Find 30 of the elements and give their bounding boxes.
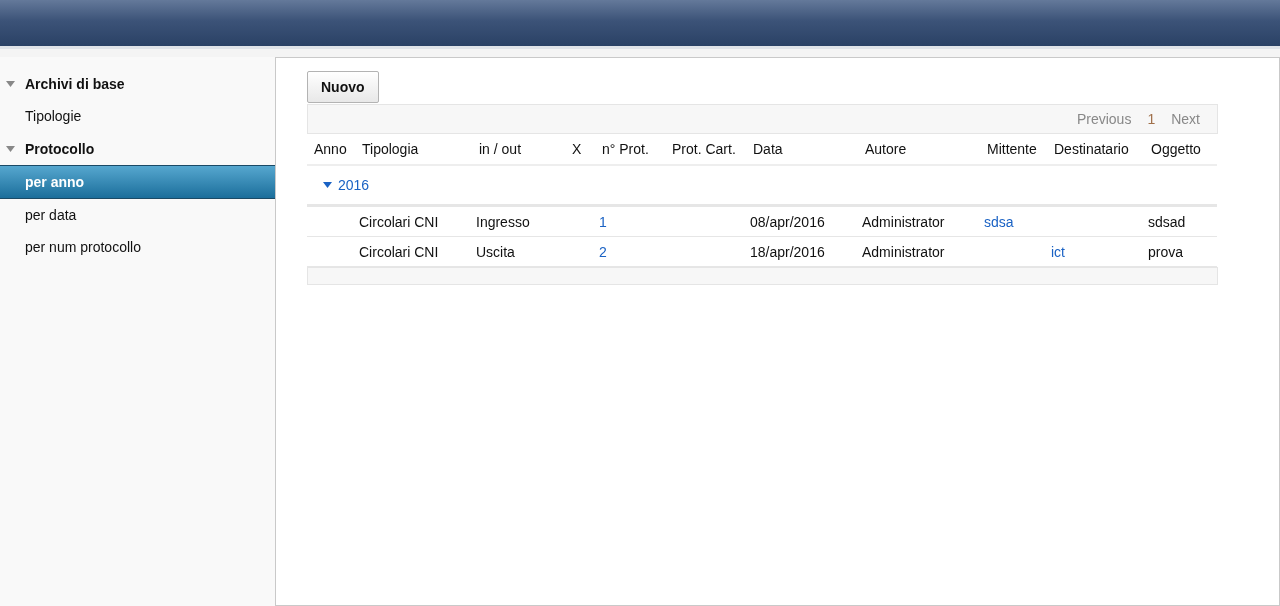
caret-icon[interactable] [6,145,15,152]
column-header: in / out [472,134,565,166]
column-header: Mittente [980,134,1047,166]
column-header: Oggetto [1144,134,1217,166]
table-cell: 08/apr/2016 [746,207,858,237]
caret-icon[interactable] [6,80,15,87]
column-header: Data [746,134,858,166]
table-cell: sdsad [1144,207,1217,237]
table-link[interactable]: sdsa [980,207,1047,237]
table-link[interactable]: 1 [595,207,665,237]
column-header: Destinatario [1047,134,1144,166]
column-header: Tipologia [355,134,472,166]
sidebar-group-title[interactable]: Archivi di base [25,75,125,92]
column-header: Autore [858,134,980,166]
column-header: n° Prot. [595,134,665,166]
sidebar-item[interactable]: per anno [0,165,275,199]
sidebar-group-title[interactable]: Protocollo [25,140,95,157]
table-cell: Circolari CNI [355,207,472,237]
sidebar-item[interactable]: per num protocollo [0,231,275,263]
year-group-label[interactable]: 2016 [338,177,370,193]
column-header: X [565,134,595,166]
sidebar-item[interactable]: Tipologie [0,100,275,132]
sidebar-item[interactable]: per data [0,199,275,231]
column-header: Prot. Cart. [665,134,746,166]
new-button[interactable]: Nuovo [307,71,379,103]
caret-icon[interactable] [323,182,332,188]
page-number[interactable]: 1 [1147,111,1156,127]
table-cell: Ingresso [472,207,565,237]
column-header: Anno [307,134,355,166]
table-cell: Administrator [858,207,980,237]
